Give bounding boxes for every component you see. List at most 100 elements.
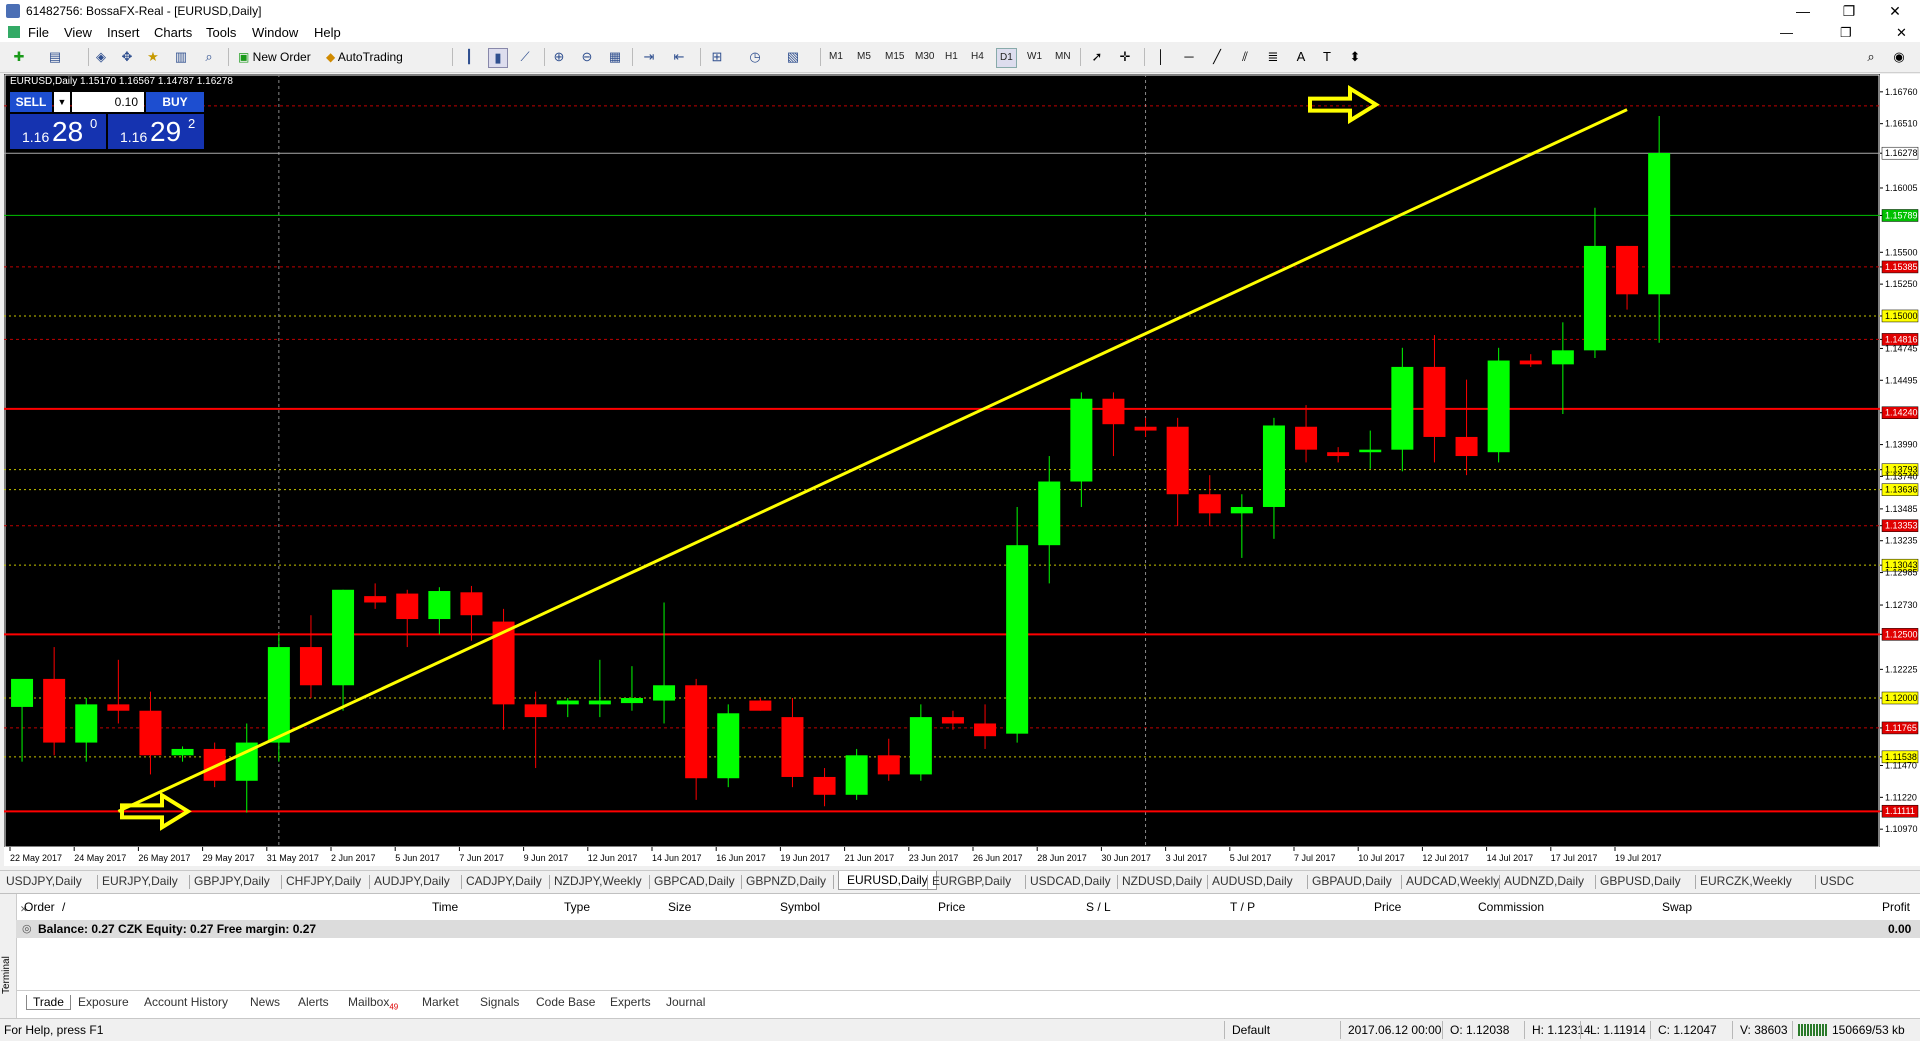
chart-tab[interactable]: EURJPY,Daily [102, 874, 178, 888]
cursor-icon[interactable]: ➚ [1088, 48, 1106, 66]
chart-tab[interactable]: GBPCAD,Daily [654, 874, 735, 888]
vertical-line-icon[interactable]: │ [1152, 48, 1170, 66]
chart-tab[interactable]: NZDUSD,Daily [1122, 874, 1202, 888]
autotrading-button[interactable]: ◆ AutoTrading [326, 47, 403, 67]
menu-file[interactable]: File [28, 25, 49, 40]
chart-tab[interactable]: AUDUSD,Daily [1212, 874, 1293, 888]
search-icon[interactable]: ⌕ [1862, 48, 1880, 66]
col-size[interactable]: Size [668, 900, 691, 914]
trendline-icon[interactable]: ╱ [1208, 48, 1226, 66]
menu-insert[interactable]: Insert [107, 25, 140, 40]
terminal-icon[interactable]: ▥ [172, 48, 190, 66]
chart-tab[interactable]: USDCAD,Daily [1030, 874, 1111, 888]
lot-dropdown-icon[interactable]: ▼ [54, 92, 70, 112]
arrows-icon[interactable]: ⬍ [1346, 48, 1364, 66]
zoom-in-icon[interactable]: ⊕ [550, 48, 568, 66]
chart-tab[interactable]: CHFJPY,Daily [286, 874, 361, 888]
bar-chart-icon[interactable]: ┃ [460, 48, 478, 66]
child-minimize-button[interactable]: — [1780, 25, 1793, 40]
close-button[interactable]: ✕ [1872, 0, 1918, 22]
col-commission[interactable]: Commission [1478, 900, 1544, 914]
chart-shift-icon[interactable]: ⇤ [670, 48, 688, 66]
market-watch-icon[interactable]: ◈ [92, 48, 110, 66]
col-price-current[interactable]: Price [1374, 900, 1401, 914]
chart-tab[interactable]: CADJPY,Daily [466, 874, 542, 888]
tile-windows-icon[interactable]: ▦ [606, 48, 624, 66]
timeframe-m30[interactable]: M30 [912, 48, 937, 66]
terminal-tab[interactable]: Account History [144, 995, 228, 1009]
auto-scroll-icon[interactable]: ⇥ [640, 48, 658, 66]
col-profit[interactable]: Profit [1882, 900, 1910, 914]
chart-tab[interactable]: AUDCAD,Weekly [1406, 874, 1499, 888]
menu-charts[interactable]: Charts [154, 25, 192, 40]
chart-tab[interactable]: GBPUSD,Daily [1600, 874, 1681, 888]
text-icon[interactable]: A [1292, 48, 1310, 66]
menu-help[interactable]: Help [314, 25, 341, 40]
menu-window[interactable]: Window [252, 25, 298, 40]
new-order-button[interactable]: ▣ New Order [238, 47, 311, 67]
chart-tab[interactable]: GBPAUD,Daily [1312, 874, 1392, 888]
chart-tab[interactable]: GBPNZD,Daily [746, 874, 826, 888]
timeframe-w1[interactable]: W1 [1024, 48, 1045, 66]
periods-icon[interactable]: ◷ [746, 48, 764, 66]
connection-status-icon[interactable] [1798, 1024, 1828, 1036]
col-time[interactable]: Time [432, 900, 458, 914]
chart-tab[interactable]: NZDJPY,Weekly [554, 874, 642, 888]
terminal-tab[interactable]: Mailbox49 [348, 995, 398, 1011]
timeframe-h4[interactable]: H4 [968, 48, 987, 66]
child-close-button[interactable]: ✕ [1896, 25, 1907, 41]
sell-price[interactable]: 1.16 28 0 [10, 114, 106, 149]
col-order[interactable]: Order [24, 900, 55, 914]
new-chart-icon[interactable]: ✚ [10, 48, 28, 66]
timeframe-h1[interactable]: H1 [942, 48, 961, 66]
buy-button[interactable]: BUY [146, 92, 204, 112]
line-chart-icon[interactable]: ⟋ [516, 48, 534, 66]
terminal-tab[interactable]: Exposure [78, 995, 129, 1009]
buy-price[interactable]: 1.16 29 2 [108, 114, 204, 149]
terminal-tab[interactable]: Signals [480, 995, 519, 1009]
col-tp[interactable]: T / P [1230, 900, 1255, 914]
col-sl[interactable]: S / L [1086, 900, 1111, 914]
col-swap[interactable]: Swap [1662, 900, 1692, 914]
chart-tab[interactable]: EURUSD,Daily [838, 871, 937, 890]
timeframe-m5[interactable]: M5 [854, 48, 874, 66]
minimize-button[interactable]: — [1780, 0, 1826, 22]
horizontal-line-icon[interactable]: ─ [1180, 48, 1198, 66]
col-type[interactable]: Type [564, 900, 590, 914]
terminal-tab[interactable]: Trade [26, 995, 71, 1010]
child-restore-button[interactable]: ❐ [1840, 25, 1852, 41]
zoom-out-icon[interactable]: ⊖ [578, 48, 596, 66]
chart-tab[interactable]: EURCZK,Weekly [1700, 874, 1792, 888]
chart-tab[interactable]: EURGBP,Daily [932, 874, 1011, 888]
chart-tab[interactable]: AUDNZD,Daily [1504, 874, 1584, 888]
chart-tab[interactable]: USDC [1820, 874, 1854, 888]
lot-size-input[interactable]: 0.10 [72, 92, 144, 112]
chart-tab[interactable]: GBPJPY,Daily [194, 874, 270, 888]
strategy-tester-icon[interactable]: ⌕ [200, 48, 218, 66]
restore-button[interactable]: ❐ [1826, 0, 1872, 22]
equidistant-channel-icon[interactable]: ⫽ [1236, 48, 1254, 66]
sell-button[interactable]: SELL [10, 92, 52, 112]
navigator-icon[interactable]: ★ [144, 48, 162, 66]
terminal-tab[interactable]: Experts [610, 995, 651, 1009]
chart-tab[interactable]: AUDJPY,Daily [374, 874, 450, 888]
timeframe-mn[interactable]: MN [1052, 48, 1074, 66]
timeframe-m1[interactable]: M1 [826, 48, 846, 66]
terminal-tab[interactable]: Alerts [298, 995, 329, 1009]
fibonacci-icon[interactable]: ≣ [1264, 48, 1282, 66]
menu-tools[interactable]: Tools [206, 25, 236, 40]
terminal-tab[interactable]: News [250, 995, 280, 1009]
terminal-tab[interactable]: Journal [666, 995, 705, 1009]
timeframe-m15[interactable]: M15 [882, 48, 907, 66]
templates-icon[interactable]: ▧ [784, 48, 802, 66]
indicators-icon[interactable]: ⊞ [708, 48, 726, 66]
timeframe-d1[interactable]: D1 [996, 48, 1017, 68]
status-profile[interactable]: Default [1232, 1023, 1270, 1037]
balance-row[interactable]: ◎ Balance: 0.27 CZK Equity: 0.27 Free ma… [16, 920, 1920, 938]
profiles-icon[interactable]: ▤ [46, 48, 64, 66]
price-chart[interactable]: 1.16760 1.16510 1.16278 1.16005 1.15789 1.155… [4, 74, 1920, 866]
terminal-tab[interactable]: Market [422, 995, 459, 1009]
crosshair-icon[interactable]: ✛ [1116, 48, 1134, 66]
data-window-icon[interactable]: ✥ [118, 48, 136, 66]
candlestick-icon[interactable]: ▮ [488, 48, 508, 68]
